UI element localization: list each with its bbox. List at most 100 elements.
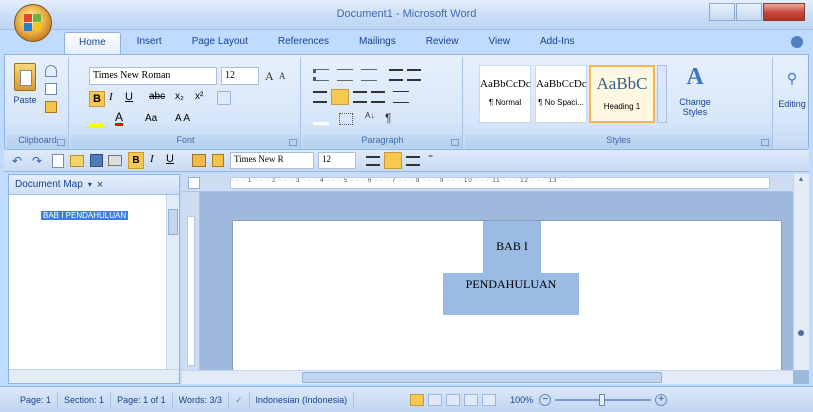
minimize-button[interactable]: [709, 3, 735, 21]
qat-font-size-combo[interactable]: 12: [318, 152, 356, 169]
document-heading-line-2[interactable]: PENDAHULUAN: [443, 273, 579, 315]
tab-review[interactable]: Review: [412, 32, 473, 54]
status-section[interactable]: Section: 1: [58, 391, 112, 408]
style-normal[interactable]: AaBbCcDc ¶ Normal: [479, 65, 531, 123]
clipboard-dialog-launcher[interactable]: [57, 139, 65, 146]
grow-font-icon[interactable]: A: [265, 69, 274, 84]
document-page[interactable]: BAB I PENDAHULUAN: [232, 220, 782, 380]
zoom-slider[interactable]: [555, 393, 652, 406]
italic-button[interactable]: I: [109, 91, 113, 103]
close-button[interactable]: [763, 3, 805, 21]
multilevel-list-icon[interactable]: [361, 69, 377, 81]
style-heading-1[interactable]: AaBbC Heading 1: [589, 65, 655, 123]
status-page-of[interactable]: Page: 1 of 1: [111, 391, 173, 408]
qat-align-right-icon[interactable]: [406, 156, 420, 166]
help-icon[interactable]: [791, 36, 803, 48]
document-vertical-scrollbar[interactable]: ▲: [793, 174, 809, 370]
tab-selector-icon[interactable]: [188, 177, 200, 189]
save-icon[interactable]: [90, 154, 103, 167]
cut-icon[interactable]: [45, 65, 57, 77]
status-language[interactable]: Indonesian (Indonesia): [250, 391, 355, 408]
numbering-icon[interactable]: [337, 69, 353, 81]
zoom-slider-thumb[interactable]: [599, 393, 606, 406]
status-page[interactable]: Page: 1: [14, 391, 59, 408]
copy-icon[interactable]: [45, 83, 57, 95]
align-right-icon[interactable]: [353, 91, 367, 103]
paste-button[interactable]: Paste: [11, 63, 39, 119]
shrink-font-icon[interactable]: A: [279, 71, 286, 81]
qat-customize-icon[interactable]: ⁼: [428, 153, 433, 164]
increase-indent-icon[interactable]: [407, 69, 421, 81]
undo-icon[interactable]: ↶: [12, 154, 22, 168]
horizontal-ruler[interactable]: · · · 1 · · · 2 · · · 3 · · · 4 · · · 5 …: [182, 174, 800, 192]
style-no-spacing[interactable]: AaBbCcDc ¶ No Spaci...: [535, 65, 587, 123]
qat-align-left-icon[interactable]: [366, 156, 380, 166]
view-outline-icon[interactable]: [464, 393, 479, 406]
grow-shrink-icon[interactable]: A A: [175, 113, 190, 124]
superscript-button[interactable]: x²: [195, 91, 203, 102]
proofing-icon[interactable]: ✓: [229, 391, 250, 408]
align-left-icon[interactable]: [313, 91, 327, 103]
view-draft-icon[interactable]: [482, 393, 497, 406]
font-dialog-launcher[interactable]: [289, 139, 297, 146]
qat-style-icon[interactable]: [192, 154, 206, 167]
maximize-button[interactable]: [736, 3, 762, 21]
vertical-scroll-up-icon[interactable]: ▲: [796, 176, 806, 186]
qat-font-name-combo[interactable]: Times New R: [230, 152, 314, 169]
open-icon[interactable]: [70, 155, 84, 167]
justify-icon[interactable]: [371, 91, 385, 103]
tab-references[interactable]: References: [264, 32, 343, 54]
view-full-screen-icon[interactable]: [428, 393, 443, 406]
zoom-level[interactable]: 100%: [504, 392, 539, 408]
subscript-button[interactable]: x₂: [175, 91, 184, 102]
strikethrough-button[interactable]: abc: [149, 91, 165, 102]
tab-page-layout[interactable]: Page Layout: [178, 32, 262, 54]
vertical-ruler[interactable]: [182, 192, 200, 370]
new-document-icon[interactable]: [52, 154, 64, 168]
decrease-indent-icon[interactable]: [389, 69, 403, 81]
qat-italic-button[interactable]: I: [150, 153, 154, 165]
document-horizontal-scrollbar[interactable]: [182, 370, 793, 384]
qat-format-painter-icon[interactable]: [212, 154, 224, 167]
line-spacing-icon[interactable]: [393, 91, 409, 103]
tab-mailings[interactable]: Mailings: [345, 32, 410, 54]
paragraph-dialog-launcher[interactable]: [451, 139, 459, 146]
view-web-layout-icon[interactable]: [446, 393, 461, 406]
shading-icon[interactable]: [313, 113, 329, 125]
zoom-out-icon[interactable]: −: [539, 393, 552, 406]
qat-align-center-icon[interactable]: [384, 152, 402, 169]
bullets-icon[interactable]: [313, 69, 329, 81]
align-center-icon[interactable]: [331, 89, 349, 105]
change-case-icon[interactable]: Aa: [145, 113, 157, 124]
show-hide-icon[interactable]: ¶: [385, 111, 391, 125]
qat-underline-button[interactable]: U: [166, 153, 174, 165]
format-painter-icon[interactable]: [45, 101, 57, 113]
bold-button[interactable]: B: [89, 91, 105, 107]
font-size-combo[interactable]: 12: [221, 67, 259, 85]
styles-dialog-launcher[interactable]: [761, 139, 769, 146]
clear-formatting-icon[interactable]: [217, 91, 231, 105]
document-map-vertical-scrollbar[interactable]: [166, 195, 179, 369]
redo-icon[interactable]: ↷: [32, 154, 42, 168]
status-words[interactable]: Words: 3/3: [173, 391, 229, 408]
borders-icon[interactable]: [339, 113, 353, 125]
qat-bold-button[interactable]: B: [128, 152, 144, 169]
tab-insert[interactable]: Insert: [123, 32, 176, 54]
document-heading-line-1[interactable]: BAB I: [483, 221, 541, 277]
editing-button[interactable]: ⚲ Editing: [777, 65, 807, 109]
underline-button[interactable]: U: [125, 91, 133, 103]
tab-home[interactable]: Home: [64, 32, 121, 54]
styles-scroll-icon[interactable]: [657, 65, 667, 123]
zoom-in-icon[interactable]: +: [655, 393, 668, 406]
print-icon[interactable]: [108, 155, 122, 166]
tab-view[interactable]: View: [475, 32, 525, 54]
sort-icon[interactable]: A↓: [365, 111, 379, 125]
document-map-dropdown-icon[interactable]: ▾: [88, 180, 92, 189]
tab-add-ins[interactable]: Add-Ins: [526, 32, 588, 54]
font-name-combo[interactable]: Times New Roman: [89, 67, 217, 85]
browse-object-icon[interactable]: [798, 330, 804, 336]
document-map-horizontal-scrollbar[interactable]: [9, 369, 179, 383]
document-map-item[interactable]: BAB I PENDAHULUAN: [41, 211, 129, 220]
office-button[interactable]: [14, 4, 52, 42]
font-color-icon[interactable]: A: [115, 111, 124, 126]
